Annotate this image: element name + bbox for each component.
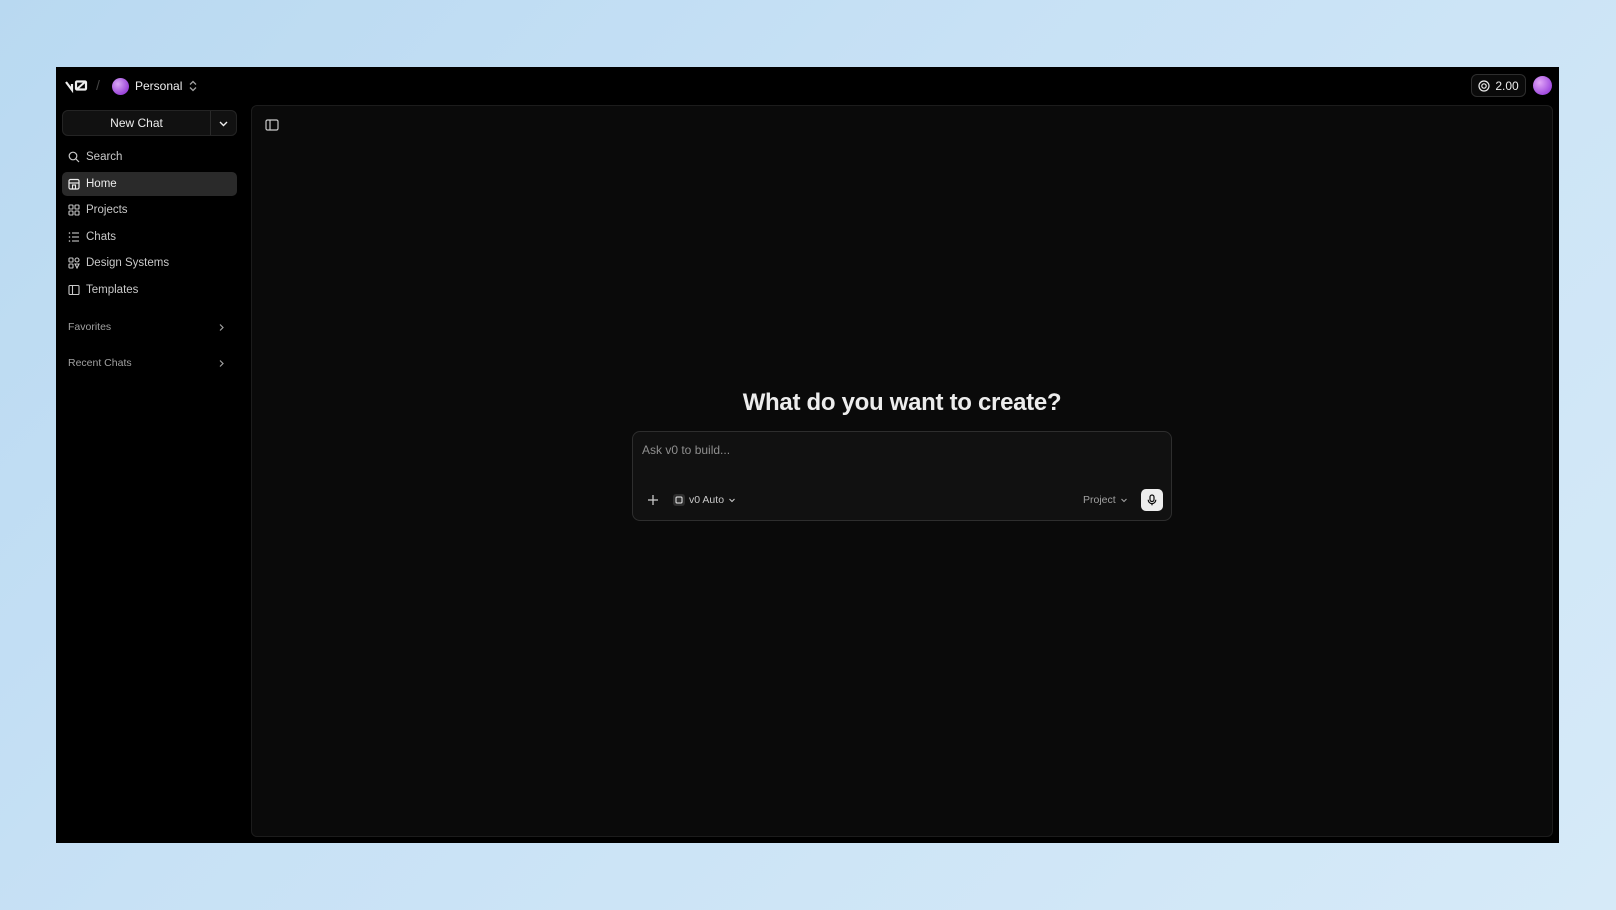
- grid-icon: [68, 204, 80, 216]
- sidebar-item-projects[interactable]: Projects: [62, 198, 237, 222]
- list-icon: [68, 231, 79, 242]
- main-panel: What do you want to create? v0 Auto: [251, 105, 1553, 837]
- credits-badge[interactable]: 2.00: [1471, 74, 1526, 97]
- prompt-input[interactable]: [642, 440, 1162, 460]
- app-window: / Personal 2.00 New Chat Search Home Pro…: [56, 67, 1559, 843]
- prompt-composer: v0 Auto Project: [632, 431, 1172, 521]
- sidebar-item-label: Chats: [86, 230, 117, 243]
- section-label: Favorites: [68, 321, 112, 333]
- sidebar-item-search[interactable]: Search: [62, 145, 237, 169]
- chevron-up-down-icon: [189, 80, 197, 92]
- search-icon: [68, 151, 80, 163]
- sidebar-item-design-systems[interactable]: Design Systems: [62, 251, 237, 275]
- credits-icon: [1478, 79, 1490, 92]
- user-avatar[interactable]: [1533, 76, 1552, 95]
- credits-value: 2.00: [1495, 78, 1519, 93]
- plus-icon[interactable]: [646, 493, 660, 507]
- sidebar: New Chat Search Home Projects Chats Desi…: [56, 105, 244, 843]
- sidebar-toggle-icon[interactable]: [265, 118, 279, 132]
- workspace-switcher[interactable]: Personal: [112, 76, 198, 96]
- top-bar: / Personal 2.00: [56, 67, 1559, 105]
- chevron-right-icon: [219, 323, 224, 331]
- section-label: Recent Chats: [68, 357, 132, 369]
- sidebar-item-templates[interactable]: Templates: [62, 278, 237, 302]
- workspace-name: Personal: [135, 79, 183, 93]
- sidebar-item-label: Templates: [86, 283, 139, 296]
- model-icon: [673, 494, 685, 506]
- chevron-down-icon: [1120, 498, 1127, 503]
- sidebar-item-label: Home: [86, 177, 117, 190]
- sidebar-item-label: Design Systems: [86, 257, 170, 270]
- microphone-button[interactable]: [1141, 489, 1163, 511]
- sidebar-item-chats[interactable]: Chats: [62, 225, 237, 249]
- new-chat-button[interactable]: New Chat: [63, 111, 210, 135]
- v0-logo-icon[interactable]: [65, 78, 89, 94]
- new-chat-group: New Chat: [62, 110, 237, 136]
- model-label: v0 Auto: [689, 494, 725, 506]
- design-systems-icon: [68, 257, 80, 270]
- sidebar-nav: Search Home Projects Chats Design System…: [62, 145, 237, 305]
- chevron-down-icon: [219, 121, 228, 126]
- page-title: What do you want to create?: [742, 389, 1062, 416]
- template-icon: [68, 284, 80, 296]
- sidebar-item-home[interactable]: Home: [62, 171, 237, 196]
- sidebar-item-label: Projects: [86, 204, 128, 217]
- sidebar-item-label: Search: [86, 151, 123, 163]
- project-label: Project: [1083, 494, 1116, 506]
- workspace-avatar: [112, 77, 129, 95]
- chevron-down-icon: [729, 498, 735, 503]
- project-selector[interactable]: Project: [1083, 491, 1128, 509]
- breadcrumb-separator: /: [96, 77, 100, 93]
- model-selector[interactable]: v0 Auto: [673, 491, 736, 509]
- chevron-right-icon: [219, 359, 224, 367]
- microphone-icon: [1147, 494, 1157, 506]
- sidebar-section-recent-chats[interactable]: Recent Chats: [68, 354, 226, 372]
- home-icon: [68, 178, 80, 190]
- sidebar-section-favorites[interactable]: Favorites: [68, 318, 226, 336]
- new-chat-dropdown-button[interactable]: [210, 111, 236, 135]
